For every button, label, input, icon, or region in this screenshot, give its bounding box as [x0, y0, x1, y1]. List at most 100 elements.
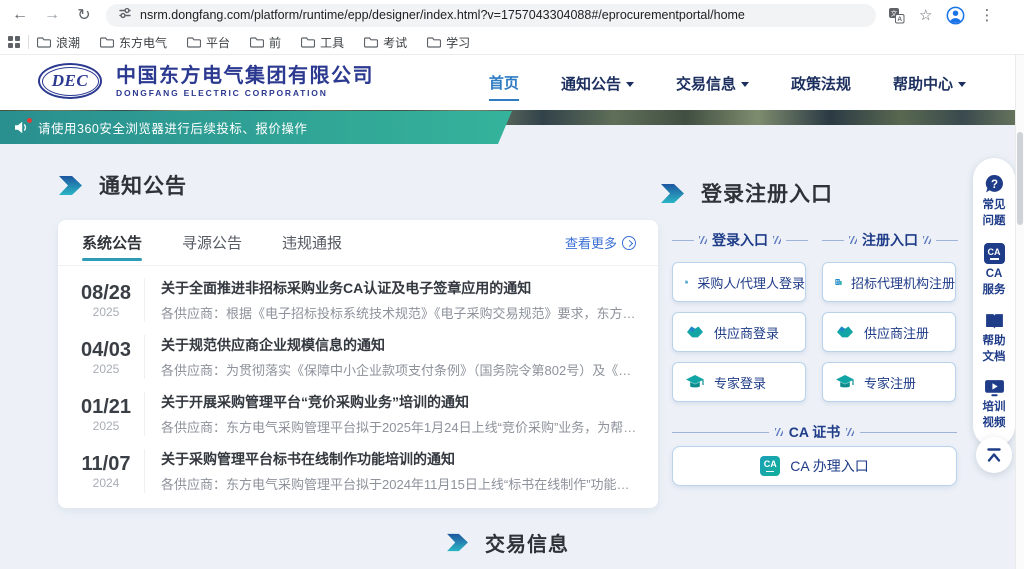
chevron-down-icon — [741, 82, 749, 87]
supplier-register-button[interactable]: 供应商注册 — [822, 312, 956, 352]
login-section-title: 登录注册入口 — [660, 178, 833, 208]
help-docs-shortcut[interactable]: 帮助文档 — [983, 306, 1006, 373]
list-item[interactable]: 08/282025 关于全面推进非招标采购业务CA认证及电子签章应用的通知各供应… — [58, 271, 658, 328]
notice-date: 01/21 — [68, 395, 144, 419]
notice-title[interactable]: 关于采购管理平台标书在线制作功能培训的通知 — [161, 449, 638, 469]
notices-tabbar: 系统公告 寻源公告 违规通报 查看更多 — [58, 220, 658, 266]
handshake-icon — [835, 324, 855, 340]
page-scrollbar — [1015, 55, 1024, 569]
kebab-menu-icon[interactable]: ⋮ — [979, 6, 994, 24]
notice-desc: 各供应商：为贯彻落实《保障中小企业款项支付条例》（国务院令第802号）及《中小企… — [161, 360, 638, 379]
supplier-login-button[interactable]: 供应商登录 — [672, 312, 806, 352]
scrollbar-thumb[interactable] — [1017, 132, 1023, 225]
floating-toolbar: ? 常见问题 CA CA服务 帮助文档 培训视频 — [973, 158, 1015, 447]
organization-icon — [835, 273, 842, 291]
notice-year: 2025 — [68, 419, 144, 433]
tune-icon — [118, 6, 132, 25]
notice-title[interactable]: 关于全面推进非招标采购业务CA认证及电子签章应用的通知 — [161, 278, 638, 298]
expert-login-button[interactable]: 专家登录 — [672, 362, 806, 402]
browser-notice-banner: 请使用360安全浏览器进行后续投标、报价操作 — [0, 111, 512, 144]
view-more-link[interactable]: 查看更多 — [565, 233, 636, 252]
bookmark-folder[interactable]: 学习 — [427, 34, 470, 51]
back-icon[interactable]: ← — [8, 3, 32, 27]
trade-section-title: 交易信息 — [446, 528, 569, 557]
company-name-cn: 中国东方电气集团有限公司 — [116, 65, 374, 88]
notices-card: 系统公告 寻源公告 违规通报 查看更多 08/28 2025 关于全面推进非招标采… — [58, 220, 658, 508]
back-to-top-icon — [985, 447, 1003, 463]
site-header: DEC 中国东方电气集团有限公司 DONGFANG ELECTRIC CORPO… — [0, 55, 1024, 110]
bookmark-folder[interactable]: 考试 — [364, 34, 407, 51]
register-group-header: 注册入口 — [822, 230, 958, 250]
company-logo[interactable]: DEC 中国东方电气集团有限公司 DONGFANG ELECTRIC CORPO… — [38, 63, 374, 99]
graduation-cap-icon — [835, 374, 855, 391]
list-item[interactable]: 01/212025 关于开展采购管理平台“竞价采购业务”培训的通知各供应商：东方… — [58, 385, 658, 442]
buyer-agent-login-button[interactable]: 采购人/代理人登录 — [672, 262, 806, 302]
bookmark-star-icon[interactable]: ☆ — [919, 6, 932, 24]
url-text: nsrm.dongfang.com/platform/runtime/epp/d… — [140, 8, 745, 22]
speaker-icon — [14, 121, 28, 134]
notice-date: 08/28 — [68, 281, 144, 305]
chevron-down-icon — [626, 82, 634, 87]
tab-violation-reports[interactable]: 违规通报 — [280, 220, 344, 265]
section-arrow-icon — [58, 175, 83, 196]
notice-date: 11/07 — [68, 452, 144, 476]
alert-dot — [27, 118, 32, 123]
bookmark-folder[interactable]: 前 — [250, 34, 281, 51]
handshake-icon — [685, 324, 705, 340]
tab-sourcing-notices[interactable]: 寻源公告 — [180, 220, 244, 265]
svg-text:?: ? — [990, 179, 997, 191]
bookmark-folder[interactable]: 平台 — [187, 34, 230, 51]
apps-grid-icon[interactable] — [8, 36, 20, 48]
divider — [28, 35, 29, 49]
organization-icon — [685, 273, 688, 291]
notice-list: 08/28 2025 关于全面推进非招标采购业务CA认证及电子签章应用的通知各供应… — [58, 266, 658, 504]
nav-item-notices[interactable]: 通知公告 — [561, 65, 634, 100]
section-arrow-icon — [660, 183, 685, 204]
login-group-header: 登录入口 — [672, 230, 808, 250]
notice-title[interactable]: 关于规范供应商企业规模信息的通知 — [161, 335, 638, 355]
ca-icon: CA — [984, 243, 1005, 264]
bookmark-folder[interactable]: 东方电气 — [100, 34, 167, 51]
notices-section-title: 通知公告 — [58, 170, 187, 200]
bookmark-folder[interactable]: 浪潮 — [37, 34, 80, 51]
graduation-cap-icon — [685, 374, 705, 391]
page: ← → ↻ nsrm.dongfang.com/platform/runtime… — [0, 0, 1024, 569]
chevron-down-icon — [958, 82, 966, 87]
notice-year: 2024 — [68, 476, 144, 490]
main-nav: 首页 通知公告 交易信息 政策法规 帮助中心 — [489, 55, 966, 110]
ca-service-shortcut[interactable]: CA CA服务 — [983, 237, 1006, 306]
bookmark-folder[interactable]: 工具 — [301, 34, 344, 51]
expert-register-button[interactable]: 专家注册 — [822, 362, 956, 402]
page-body: 请使用360安全浏览器进行后续投标、报价操作 通知公告 系统公告 寻源公告 违规… — [0, 110, 1024, 569]
agency-register-button[interactable]: 招标代理机构注册 — [822, 262, 956, 302]
ca-badge-icon: CA — [760, 456, 780, 476]
faq-shortcut[interactable]: ? 常见问题 — [983, 168, 1006, 237]
banner-text: 请使用360安全浏览器进行后续投标、报价操作 — [38, 118, 307, 137]
training-video-shortcut[interactable]: 培训视频 — [983, 373, 1006, 439]
ca-apply-button[interactable]: CA CA 办理入口 — [672, 446, 957, 486]
notice-desc: 各供应商：东方电气采购管理平台拟于2025年1月24日上线“竞价采购”业务，为帮… — [161, 417, 638, 436]
nav-item-home[interactable]: 首页 — [489, 64, 519, 101]
nav-item-trade[interactable]: 交易信息 — [676, 65, 749, 100]
translate-icon[interactable]: 文A — [888, 7, 905, 24]
question-bubble-icon: ? — [984, 174, 1005, 195]
bookmarks-bar: 浪潮 东方电气 平台 前 工具 考试 学习 — [0, 30, 1024, 55]
notice-year: 2025 — [68, 362, 144, 376]
list-item[interactable]: 04/032025 关于规范供应商企业规模信息的通知各供应商：为贯彻落实《保障中… — [58, 328, 658, 385]
profile-avatar-icon[interactable] — [946, 6, 965, 25]
forward-icon[interactable]: → — [40, 3, 64, 27]
nav-item-policy[interactable]: 政策法规 — [791, 65, 851, 100]
back-to-top-button[interactable] — [976, 437, 1012, 473]
notice-desc: 各供应商：根据《电子招标投标系统技术规范》《电子采购交易规范》要求，东方电气采购… — [161, 303, 638, 322]
section-arrow-icon — [446, 533, 469, 552]
notice-title[interactable]: 关于开展采购管理平台“竞价采购业务”培训的通知 — [161, 392, 638, 412]
address-bar[interactable]: nsrm.dongfang.com/platform/runtime/epp/d… — [106, 4, 876, 27]
book-icon — [984, 312, 1005, 331]
tab-system-notices[interactable]: 系统公告 — [80, 220, 144, 265]
refresh-icon[interactable]: ↻ — [72, 3, 96, 27]
nav-item-help[interactable]: 帮助中心 — [893, 65, 966, 100]
notice-date: 04/03 — [68, 338, 144, 362]
list-item[interactable]: 11/072024 关于采购管理平台标书在线制作功能培训的通知各供应商：东方电气… — [58, 442, 658, 499]
svg-text:A: A — [897, 16, 902, 23]
notice-desc: 各供应商：东方电气采购管理平台拟于2024年11月15日上线“标书在线制作”功能… — [161, 474, 638, 493]
